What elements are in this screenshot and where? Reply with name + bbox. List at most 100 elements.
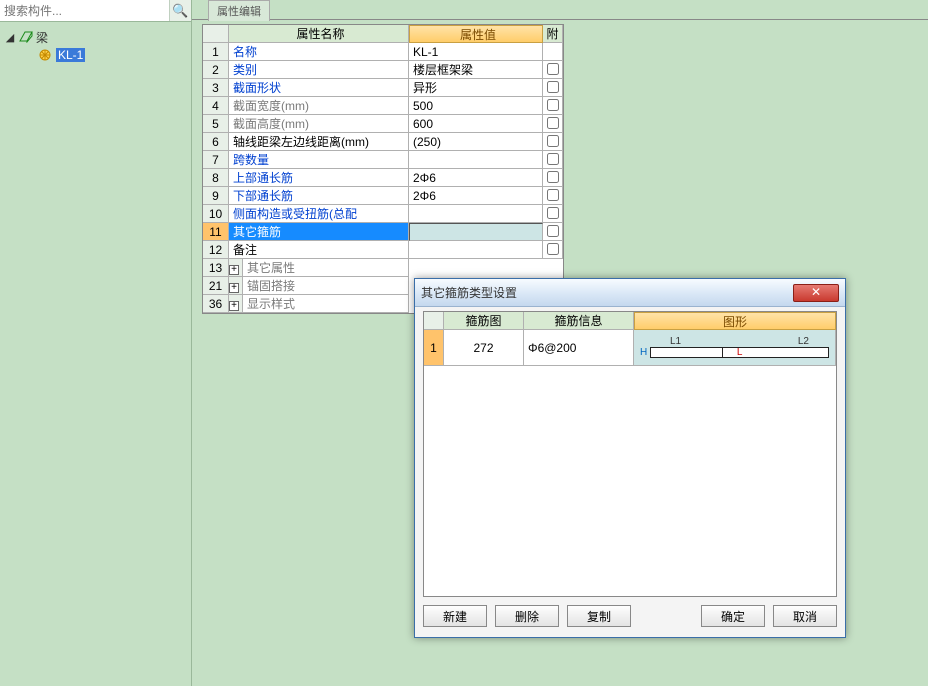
addl-checkbox[interactable]	[547, 135, 559, 147]
expand-icon[interactable]: +	[229, 301, 239, 311]
label-L1: L1	[670, 337, 681, 347]
addl-checkbox[interactable]	[547, 81, 559, 93]
grid-header: 属性名称 属性值 附	[203, 25, 563, 43]
collapse-icon[interactable]: ◢	[4, 31, 16, 44]
row-num: 5	[203, 115, 229, 133]
row-value[interactable]	[409, 205, 543, 223]
row-value[interactable]	[409, 241, 543, 259]
row-value[interactable]: (250)	[409, 133, 543, 151]
row-num: 21	[203, 277, 229, 295]
row-num: 6	[203, 133, 229, 151]
dialog-title: 其它箍筋类型设置	[421, 284, 517, 301]
addl-checkbox[interactable]	[547, 99, 559, 111]
addl-checkbox[interactable]	[547, 207, 559, 219]
addl-checkbox[interactable]	[547, 117, 559, 129]
row-chk	[543, 115, 563, 133]
property-row[interactable]: 10侧面构造或受扭筋(总配	[203, 205, 563, 223]
row-value[interactable]: 500	[409, 97, 543, 115]
shape-bar: H L	[640, 347, 829, 358]
row-name: 其它属性	[243, 259, 409, 277]
dialog-titlebar[interactable]: 其它箍筋类型设置 ✕	[415, 279, 845, 307]
property-row[interactable]: 3截面形状异形	[203, 79, 563, 97]
property-row[interactable]: 13+其它属性	[203, 259, 563, 277]
row-name: 下部通长筋	[229, 187, 409, 205]
dialog-other-stirrup: 其它箍筋类型设置 ✕ 箍筋图 箍筋信息 图形 1 272 Φ6@200 L1 L…	[414, 278, 846, 638]
row-chk	[543, 241, 563, 259]
row-num: 9	[203, 187, 229, 205]
header-value[interactable]: 属性值	[409, 25, 543, 43]
row-value[interactable]: KL-1	[409, 43, 543, 61]
dlg-row-num: 1	[424, 330, 444, 366]
row-value[interactable]: 异形	[409, 79, 543, 97]
copy-button[interactable]: 复制	[567, 605, 631, 627]
dlg-head-shape[interactable]: 图形	[634, 312, 836, 330]
row-value[interactable]: 楼层框架梁	[409, 61, 543, 79]
row-name: 其它箍筋	[229, 223, 409, 241]
row-value[interactable]: 2Φ6	[409, 187, 543, 205]
row-value[interactable]: 600	[409, 115, 543, 133]
row-chk	[543, 151, 563, 169]
label-L2: L2	[798, 337, 809, 347]
row-name: 轴线距梁左边线距离(mm)	[229, 133, 409, 151]
shape-top-labels: L1 L2	[640, 337, 829, 347]
tab-property-edit[interactable]: 属性编辑	[208, 0, 270, 21]
addl-checkbox[interactable]	[547, 189, 559, 201]
property-row[interactable]: 8上部通长筋2Φ6	[203, 169, 563, 187]
property-row[interactable]: 12备注	[203, 241, 563, 259]
expand-icon[interactable]: +	[229, 265, 239, 275]
row-num: 12	[203, 241, 229, 259]
row-name: 跨数量	[229, 151, 409, 169]
property-row[interactable]: 9下部通长筋2Φ6	[203, 187, 563, 205]
row-chk	[543, 223, 563, 241]
new-button[interactable]: 新建	[423, 605, 487, 627]
header-num	[203, 25, 229, 43]
row-chk	[543, 205, 563, 223]
tree-root[interactable]: ◢ 梁	[4, 28, 187, 46]
addl-checkbox[interactable]	[547, 153, 559, 165]
row-name: 类别	[229, 61, 409, 79]
addl-checkbox[interactable]	[547, 243, 559, 255]
search-icon[interactable]: 🔍	[169, 0, 191, 21]
property-row[interactable]: 6轴线距梁左边线距离(mm)(250)	[203, 133, 563, 151]
property-row[interactable]: 2类别楼层框架梁	[203, 61, 563, 79]
row-name: 侧面构造或受扭筋(总配	[229, 205, 409, 223]
addl-checkbox[interactable]	[547, 225, 559, 237]
ok-button[interactable]: 确定	[701, 605, 765, 627]
row-value[interactable]	[409, 151, 543, 169]
delete-button[interactable]: 删除	[495, 605, 559, 627]
tabbar: 属性编辑	[192, 0, 928, 20]
addl-checkbox[interactable]	[547, 63, 559, 75]
tree-root-label: 梁	[36, 29, 48, 46]
dialog-row[interactable]: 1 272 Φ6@200 L1 L2 H L	[424, 330, 836, 366]
expand-icon[interactable]: +	[229, 283, 239, 293]
dlg-row-shape[interactable]: L1 L2 H L	[634, 330, 836, 366]
cancel-button[interactable]: 取消	[773, 605, 837, 627]
component-tree: ◢ 梁 KL-1	[0, 22, 191, 70]
row-num: 7	[203, 151, 229, 169]
search-bar: 🔍	[0, 0, 191, 22]
property-row[interactable]: 11其它箍筋	[203, 223, 563, 241]
property-row[interactable]: 1名称KL-1	[203, 43, 563, 61]
dlg-row-info[interactable]: Φ6@200	[524, 330, 634, 366]
row-value[interactable]: 2Φ6	[409, 169, 543, 187]
property-row[interactable]: 5截面高度(mm)600	[203, 115, 563, 133]
property-row[interactable]: 7跨数量	[203, 151, 563, 169]
row-num: 2	[203, 61, 229, 79]
dlg-head-img: 箍筋图	[444, 312, 524, 330]
row-chk	[543, 133, 563, 151]
tree-leaf[interactable]: KL-1	[4, 46, 187, 64]
row-name: 锚固搭接	[243, 277, 409, 295]
dialog-grid-header: 箍筋图 箍筋信息 图形	[424, 312, 836, 330]
dlg-row-img[interactable]: 272	[444, 330, 524, 366]
row-name: 备注	[229, 241, 409, 259]
row-name: 上部通长筋	[229, 169, 409, 187]
tree-leaf-label: KL-1	[56, 48, 85, 62]
row-value[interactable]	[409, 223, 543, 241]
search-input[interactable]	[0, 0, 169, 21]
close-button[interactable]: ✕	[793, 284, 839, 302]
property-grid: 属性名称 属性值 附 1名称KL-12类别楼层框架梁3截面形状异形4截面宽度(m…	[202, 24, 564, 314]
label-H: H	[640, 348, 647, 358]
property-row[interactable]: 4截面宽度(mm)500	[203, 97, 563, 115]
addl-checkbox[interactable]	[547, 171, 559, 183]
leaf-icon	[38, 48, 52, 62]
